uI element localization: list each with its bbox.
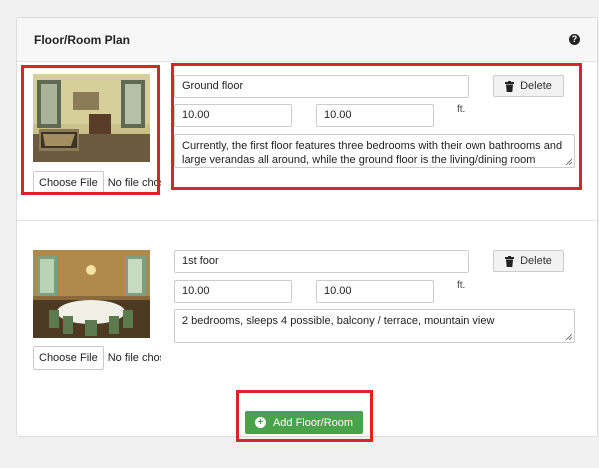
resize-grip-icon[interactable] <box>565 333 572 340</box>
delete-label: Delete <box>520 80 552 92</box>
room-length-input[interactable]: 10.00 <box>316 280 434 303</box>
trash-icon <box>505 80 515 92</box>
choose-file-button[interactable]: Choose File <box>33 346 104 370</box>
panel-title: Floor/Room Plan <box>34 33 130 47</box>
room-2-file-upload[interactable]: Choose File No file chosen <box>33 346 161 370</box>
room-1-file-upload[interactable]: Choose File No file chosen <box>33 171 161 195</box>
delete-button[interactable]: Delete <box>493 75 564 97</box>
choose-file-button[interactable]: Choose File <box>33 171 104 195</box>
panel-header: Floor/Room Plan ? <box>17 18 597 62</box>
unit-label: ft. <box>457 104 466 115</box>
room-photo-dining-room <box>33 250 150 338</box>
room-name-input[interactable]: Ground floor <box>174 75 469 98</box>
room-length-input[interactable]: 10.00 <box>316 104 434 127</box>
unit-label: ft. <box>457 280 466 291</box>
room-width-input[interactable]: 10.00 <box>174 280 292 303</box>
file-status-label: No file chosen <box>107 352 161 364</box>
add-floor-room-label: Add Floor/Room <box>272 416 354 429</box>
file-status-label: No file chosen <box>107 177 161 189</box>
description-text: Currently, the first floor features thre… <box>182 140 563 166</box>
room-description-textarea[interactable]: 2 bedrooms, sleeps 4 possible, balcony /… <box>174 309 575 343</box>
resize-grip-icon[interactable] <box>565 158 572 165</box>
description-text: 2 bedrooms, sleeps 4 possible, balcony /… <box>182 315 495 327</box>
room-divider <box>17 220 597 221</box>
room-width-input[interactable]: 10.00 <box>174 104 292 127</box>
add-floor-room-button[interactable]: + Add Floor/Room <box>245 411 363 434</box>
trash-icon <box>505 255 515 267</box>
delete-button[interactable]: Delete <box>493 250 564 272</box>
room-photo-bedroom <box>33 74 150 162</box>
question-circle-icon[interactable]: ? <box>569 34 580 45</box>
plus-circle-icon: + <box>254 417 266 428</box>
room-name-input[interactable]: 1st foor <box>174 250 469 273</box>
room-description-textarea[interactable]: Currently, the first floor features thre… <box>174 134 575 168</box>
delete-label: Delete <box>520 255 552 267</box>
